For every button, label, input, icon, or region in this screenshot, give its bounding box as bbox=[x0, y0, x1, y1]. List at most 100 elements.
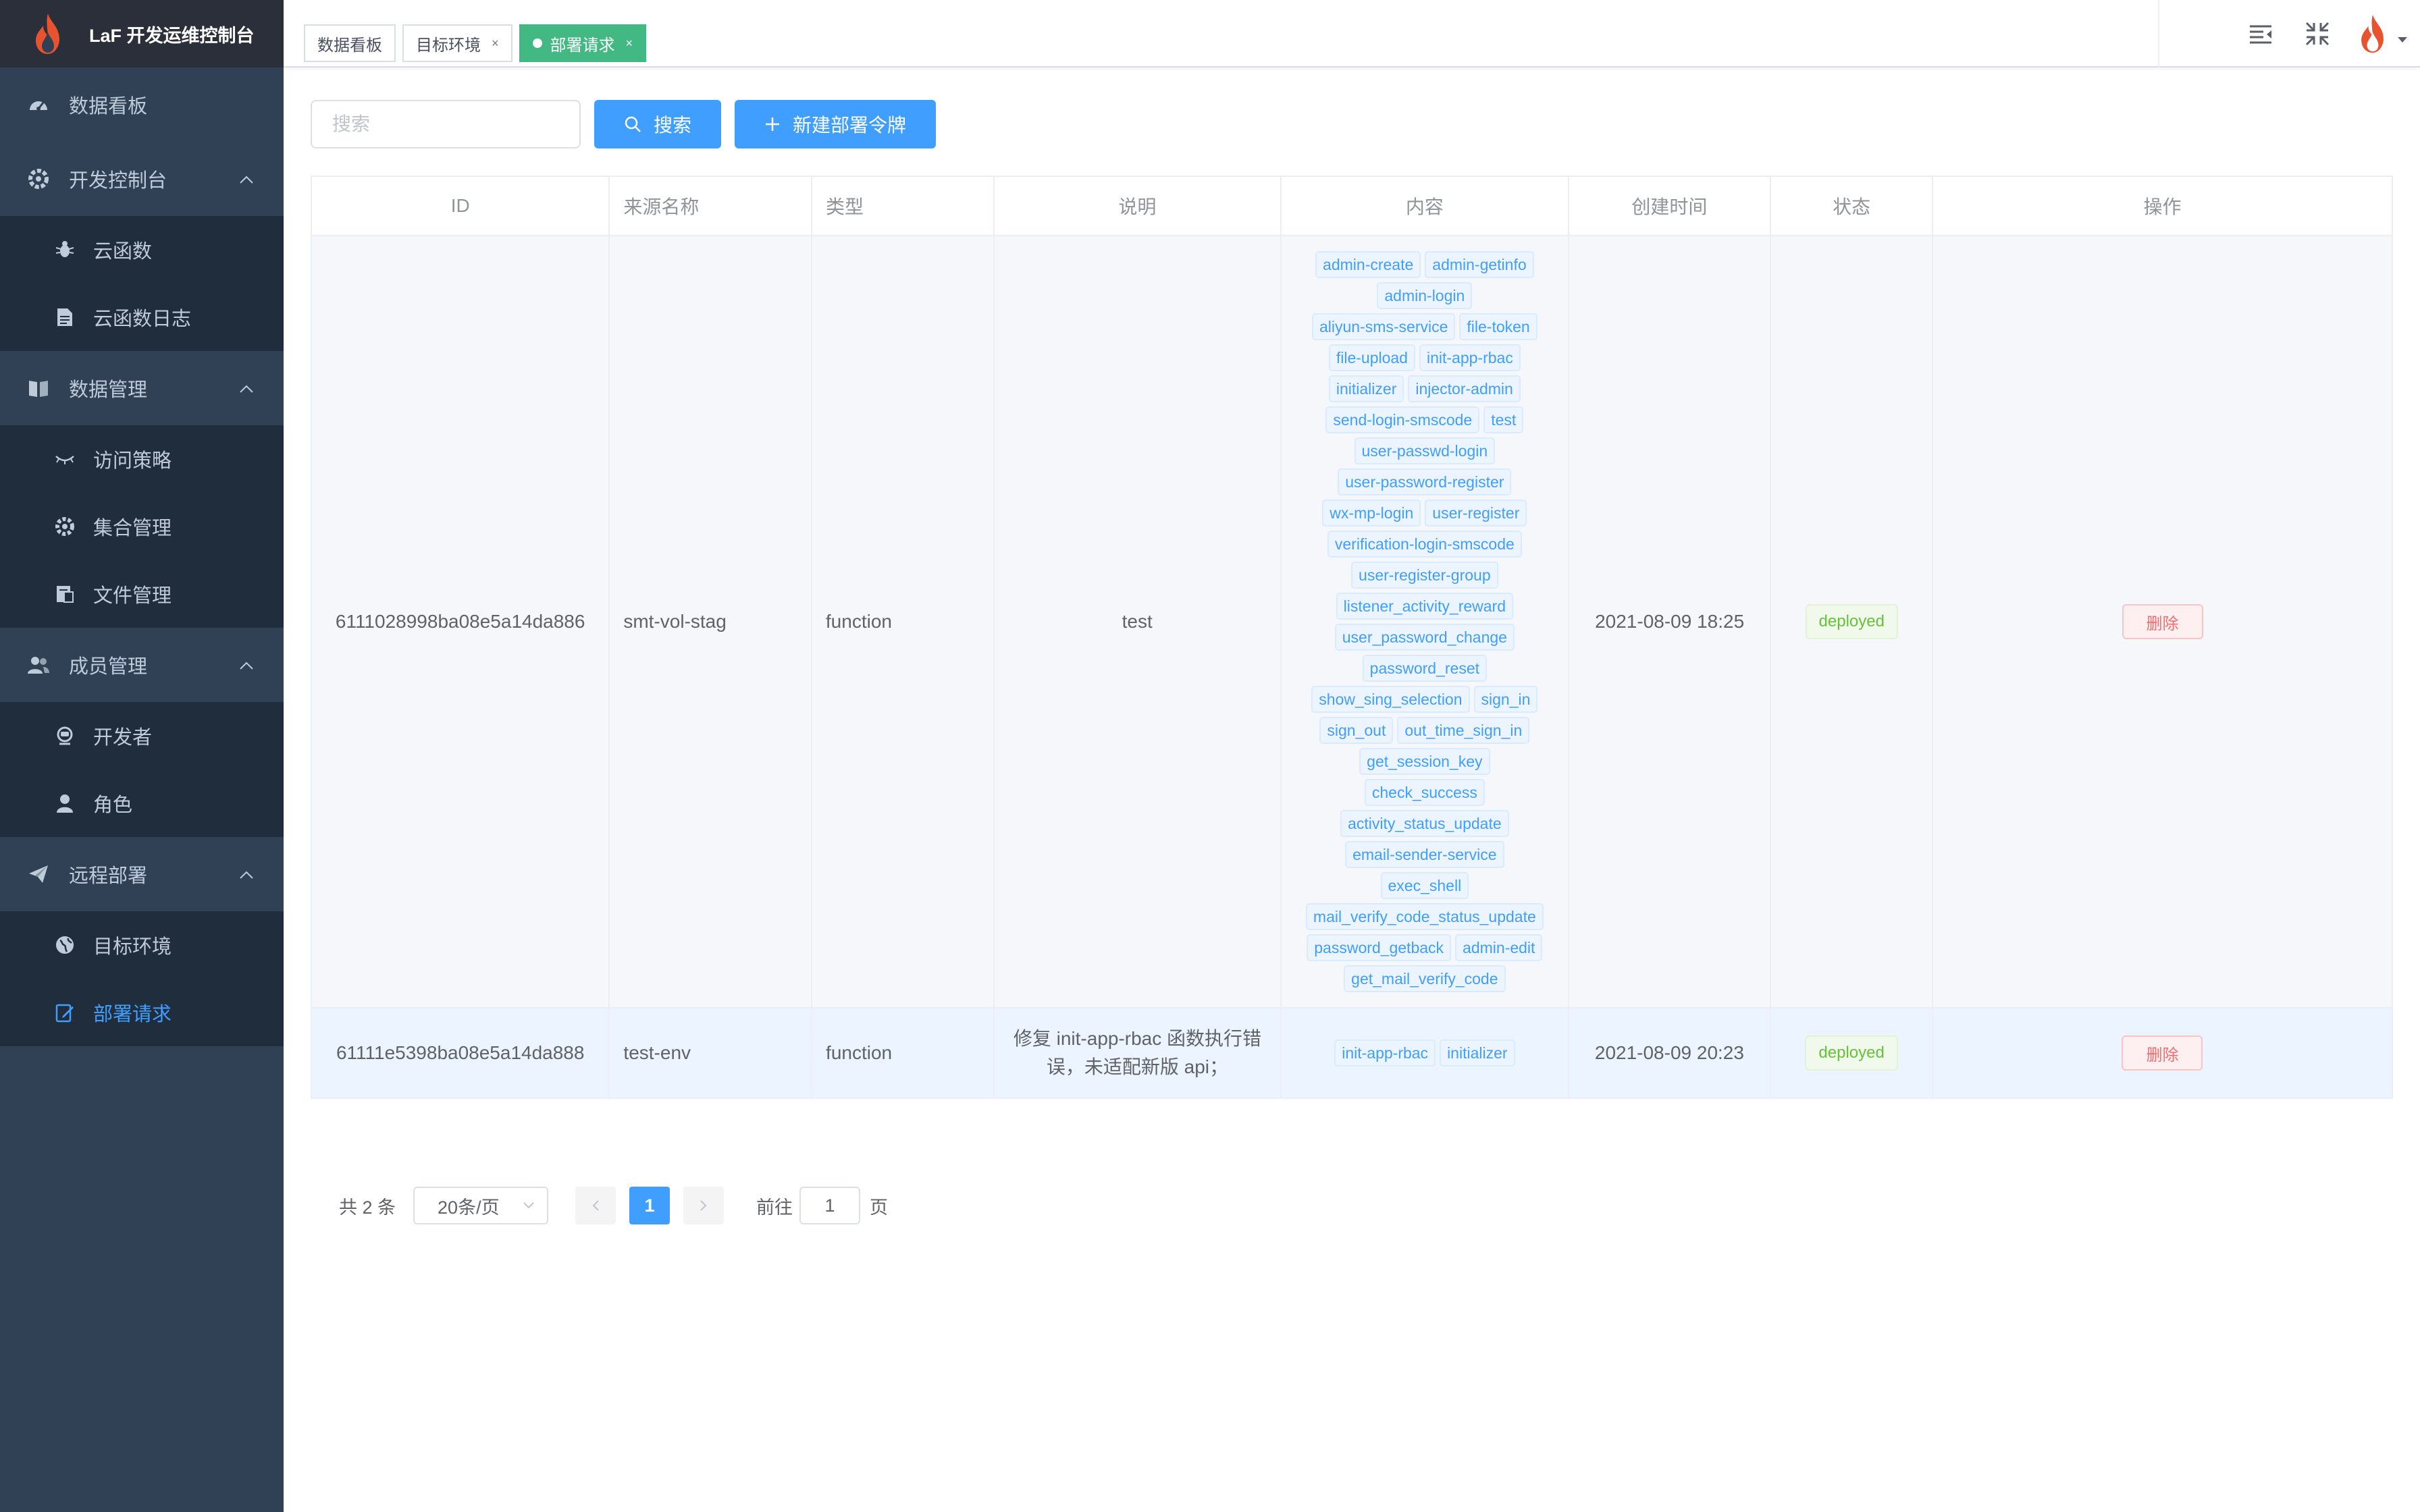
table-row[interactable]: 61111e5398ba08e5a14da888 test-env functi… bbox=[312, 1008, 2392, 1098]
tab-deploy-requests[interactable]: 部署请求 × bbox=[519, 24, 647, 62]
sidebar-item-access-policy[interactable]: 访问策略 bbox=[0, 425, 284, 493]
sidebar-item-label: 云函数日志 bbox=[93, 308, 192, 330]
sidebar-item-dashboard[interactable]: 数据看板 bbox=[0, 68, 284, 142]
sidebar-item-files[interactable]: 文件管理 bbox=[0, 560, 284, 628]
sidebar-group-data-mgmt[interactable]: 数据管理 bbox=[0, 351, 284, 425]
sidebar-group-remote-deploy[interactable]: 远程部署 bbox=[0, 837, 284, 911]
goto-label: 前往 bbox=[756, 1197, 793, 1218]
search-icon bbox=[624, 115, 641, 133]
function-tag: admin-create bbox=[1315, 251, 1421, 278]
sidebar-item-label: 集合管理 bbox=[93, 518, 172, 539]
sidebar-item-collections[interactable]: 集合管理 bbox=[0, 493, 284, 560]
cell-id: 6111028998ba08e5a14da886 bbox=[312, 236, 610, 1007]
chevron-up-icon bbox=[239, 384, 254, 399]
sidebar-group-label: 成员管理 bbox=[69, 656, 148, 678]
function-tag: initializer bbox=[1440, 1040, 1515, 1066]
sidebar-item-target-env[interactable]: 目标环境 bbox=[0, 911, 284, 979]
function-tag: initializer bbox=[1328, 375, 1404, 402]
cell-content: init-app-rbac initializer bbox=[1282, 1008, 1569, 1098]
tab-dashboard[interactable]: 数据看板 bbox=[304, 24, 396, 62]
function-tag: file-upload bbox=[1328, 344, 1415, 371]
file-icon bbox=[54, 583, 76, 605]
chevron-up-icon bbox=[239, 175, 254, 190]
tab-label: 目标环境 bbox=[416, 36, 481, 55]
user-avatar-dropdown[interactable] bbox=[2346, 0, 2420, 68]
cell-created-at: 2021-08-09 18:25 bbox=[1569, 236, 1772, 1007]
function-tag: send-login-smscode bbox=[1325, 406, 1480, 433]
column-header-actions[interactable]: 操作 bbox=[1932, 177, 2392, 235]
function-tag: init-app-rbac bbox=[1419, 344, 1521, 371]
sidebar-item-deploy-requests[interactable]: 部署请求 bbox=[0, 979, 284, 1046]
avatar bbox=[2357, 14, 2389, 54]
top-navbar: 数据看板 目标环境 × 部署请求 × bbox=[284, 0, 2420, 68]
delete-button[interactable]: 删除 bbox=[2122, 604, 2203, 639]
developer-icon bbox=[54, 725, 76, 747]
cell-id: 61111e5398ba08e5a14da888 bbox=[312, 1008, 610, 1098]
bug-icon bbox=[54, 239, 76, 261]
column-header-content[interactable]: 内容 bbox=[1282, 177, 1569, 235]
cell-type: function bbox=[812, 1008, 995, 1098]
prev-page-button[interactable] bbox=[575, 1187, 616, 1224]
page-unit-label: 页 bbox=[870, 1197, 889, 1218]
cell-description: test bbox=[995, 236, 1282, 1007]
logo-bar: LaF 开发运维控制台 bbox=[0, 0, 284, 68]
function-tag: check_success bbox=[1364, 779, 1485, 806]
caret-down-icon bbox=[2397, 36, 2408, 43]
function-tag: test bbox=[1483, 406, 1524, 433]
sidebar-item-function-logs[interactable]: 云函数日志 bbox=[0, 284, 284, 351]
tab-target-env[interactable]: 目标环境 × bbox=[402, 24, 512, 62]
sidebar-item-label: 数据看板 bbox=[69, 96, 148, 117]
column-header-source[interactable]: 来源名称 bbox=[610, 177, 813, 235]
next-page-button[interactable] bbox=[683, 1187, 725, 1224]
column-header-created-at[interactable]: 创建时间 bbox=[1569, 177, 1772, 235]
sidebar-item-cloud-function[interactable]: 云函数 bbox=[0, 216, 284, 284]
sidebar-group-member-mgmt[interactable]: 成员管理 bbox=[0, 628, 284, 702]
exit-fullscreen-icon bbox=[2305, 21, 2330, 47]
close-icon[interactable]: × bbox=[626, 36, 633, 51]
chevron-up-icon bbox=[239, 661, 254, 676]
column-header-type[interactable]: 类型 bbox=[812, 177, 995, 235]
function-tag: admin-getinfo bbox=[1425, 251, 1534, 278]
sidebar-item-label: 目标环境 bbox=[93, 936, 172, 958]
tags-view: 数据看板 目标环境 × 部署请求 × bbox=[304, 24, 647, 62]
eye-closed-icon bbox=[54, 448, 76, 470]
function-tag: user-password-register bbox=[1338, 468, 1512, 495]
search-button[interactable]: 搜索 bbox=[594, 100, 721, 148]
function-tag: file-token bbox=[1459, 313, 1537, 340]
new-deploy-token-button[interactable]: 新建部署令牌 bbox=[735, 100, 936, 148]
function-tag: wx-mp-login bbox=[1322, 500, 1421, 526]
sidebar-item-roles[interactable]: 角色 bbox=[0, 770, 284, 837]
sidebar: LaF 开发运维控制台 数据看板 开发控制台 云函数 云函数日志 数据管理 访问… bbox=[0, 0, 284, 1512]
chevron-up-icon bbox=[239, 870, 254, 885]
document-icon bbox=[54, 306, 76, 328]
delete-button[interactable]: 删除 bbox=[2122, 1035, 2203, 1071]
page-number-button[interactable]: 1 bbox=[629, 1187, 670, 1224]
function-tag: show_sing_selection bbox=[1311, 686, 1470, 713]
function-tag: out_time_sign_in bbox=[1397, 717, 1530, 744]
send-icon bbox=[27, 863, 50, 886]
gear-icon bbox=[54, 516, 76, 537]
sidebar-item-developers[interactable]: 开发者 bbox=[0, 702, 284, 770]
search-input[interactable] bbox=[311, 100, 581, 148]
cell-actions: 删除 bbox=[1933, 1008, 2392, 1098]
column-header-status[interactable]: 状态 bbox=[1771, 177, 1933, 235]
tab-label: 数据看板 bbox=[317, 36, 382, 55]
function-tag: activity_status_update bbox=[1340, 810, 1509, 837]
menu-fold-button[interactable] bbox=[2232, 0, 2289, 68]
exit-fullscreen-button[interactable] bbox=[2289, 0, 2346, 68]
sidebar-group-dev-console[interactable]: 开发控制台 bbox=[0, 142, 284, 216]
chevron-left-icon bbox=[591, 1199, 600, 1212]
page-size-select[interactable]: 20条/页 bbox=[413, 1187, 549, 1224]
laf-logo-icon bbox=[31, 12, 65, 55]
column-header-description[interactable]: 说明 bbox=[994, 177, 1282, 235]
header-right-menu bbox=[2232, 0, 2420, 68]
function-tag: get_mail_verify_code bbox=[1344, 965, 1506, 992]
close-icon[interactable]: × bbox=[492, 36, 499, 51]
sidebar-item-label: 角色 bbox=[93, 794, 133, 816]
column-header-id[interactable]: ID bbox=[312, 177, 610, 235]
page-size-value: 20条/页 bbox=[438, 1197, 500, 1218]
chevron-right-icon bbox=[700, 1199, 708, 1212]
table-row[interactable]: 6111028998ba08e5a14da886 smt-vol-stag fu… bbox=[312, 236, 2392, 1008]
function-tag: init-app-rbac bbox=[1334, 1040, 1436, 1066]
goto-page-input[interactable] bbox=[799, 1187, 861, 1224]
